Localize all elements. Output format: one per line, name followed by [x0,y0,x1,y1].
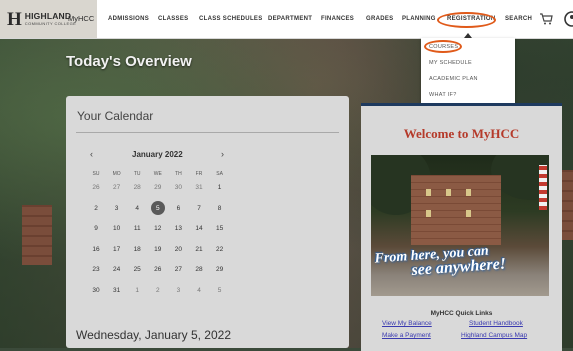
calendar-day[interactable]: 22 [212,246,228,253]
calendar-day[interactable]: 9 [88,225,104,232]
link-student-handbook[interactable]: Student Handbook [469,320,523,327]
calendar-day[interactable]: 8 [212,205,228,212]
calendar-day[interactable]: 31 [191,184,207,191]
brick-pillar-left [22,205,52,265]
weekday-header: TH [175,171,182,177]
calendar-day[interactable]: 25 [129,266,145,273]
prev-month-arrow-icon[interactable]: ‹ [90,149,93,159]
nav-department[interactable]: DEPARTMENT [268,16,312,22]
calendar-day[interactable]: 10 [109,225,125,232]
tagline-line-2: see anywhere! [410,255,507,280]
link-view-my-balance[interactable]: View My Balance [382,320,432,327]
calendar-day[interactable]: 30 [88,287,104,294]
logo-app-name: MyHCC [68,14,95,23]
next-month-arrow-icon[interactable]: › [221,149,224,159]
calendar-day[interactable]: 26 [88,184,104,191]
calendar-day[interactable]: 13 [170,225,186,232]
calendar-card: Your Calendar ‹ January 2022 › SU MO TU WE T… [66,96,349,348]
calendar-day[interactable]: 2 [150,287,166,294]
menu-item-academic-plan[interactable]: ACADEMIC PLAN [429,76,478,82]
calendar-day[interactable]: 4 [191,287,207,294]
calendar-day[interactable]: 11 [129,225,145,232]
campus-photo: From here, you can see anywhere! [371,155,549,296]
quick-links-title: MyHCC Quick Links [430,310,493,317]
calendar-day[interactable]: 23 [88,266,104,273]
photo-tagline: From here, you can see anywhere! [374,243,506,280]
calendar-day[interactable]: 19 [150,246,166,253]
nav-class-schedules[interactable]: CLASS SCHEDULES [199,16,263,22]
calendar-day[interactable]: 7 [191,205,207,212]
registration-highlight-circle [437,12,496,28]
nav-search[interactable]: SEARCH [505,16,532,22]
calendar-day[interactable]: 6 [170,205,186,212]
weekday-header: WE [153,171,162,177]
weekday-header: SA [216,171,223,177]
college-logo[interactable]: H HIGHLAND COMMUNITY COLLEGE MyHCC [0,0,97,38]
nav-finances[interactable]: FINANCES [321,16,354,22]
account-icon[interactable] [564,11,573,27]
calendar-day[interactable]: 15 [212,225,228,232]
weekday-header: TU [133,171,141,177]
calendar-day[interactable]: 16 [88,246,104,253]
menu-item-what-if[interactable]: WHAT IF? [429,92,457,98]
menu-item-my-schedule[interactable]: MY SCHEDULE [429,60,472,66]
page-title: Today's Overview [66,53,192,70]
link-make-a-payment[interactable]: Make a Payment [382,332,431,339]
calendar-day[interactable]: 31 [109,287,125,294]
calendar-day[interactable]: 2 [88,205,104,212]
calendar-divider [76,132,339,133]
weekday-header: FR [195,171,203,177]
cart-icon[interactable] [539,13,553,25]
calendar-day[interactable]: 29 [150,184,166,191]
top-navigation-bar: H HIGHLAND COMMUNITY COLLEGE MyHCC ADMIS… [0,0,573,39]
calendar-day[interactable]: 3 [109,205,125,212]
nav-grades[interactable]: GRADES [366,16,393,22]
calendar-day[interactable]: 29 [212,266,228,273]
weekday-header: SU [92,171,100,177]
weekday-header: MO [112,171,121,177]
calendar-month-label: January 2022 [132,150,183,159]
calendar-day[interactable]: 27 [170,266,186,273]
link-highland-campus-map[interactable]: Highland Campus Map [461,332,527,339]
calendar-day[interactable]: 27 [109,184,125,191]
nav-admissions[interactable]: ADMISSIONS [108,16,149,22]
welcome-card: Welcome to MyHCC From here, you can see … [361,103,562,351]
logo-mark: H [7,8,22,30]
calendar-day[interactable]: 28 [129,184,145,191]
calendar-day[interactable]: 28 [191,266,207,273]
calendar-day[interactable]: 1 [129,287,145,294]
nav-classes[interactable]: CLASSES [158,16,188,22]
calendar-day[interactable]: 3 [170,287,186,294]
calendar-day[interactable]: 30 [170,184,186,191]
calendar-day[interactable]: 17 [109,246,125,253]
calendar-day[interactable]: 26 [150,266,166,273]
courses-highlight-circle [424,40,462,53]
selected-date-heading: Wednesday, January 5, 2022 [76,328,231,342]
calendar-title: Your Calendar [77,109,154,123]
calendar-day[interactable]: 12 [150,225,166,232]
calendar-day[interactable]: 14 [191,225,207,232]
calendar-day[interactable]: 20 [170,246,186,253]
nav-planning[interactable]: PLANNING [402,16,436,22]
calendar-day[interactable]: 21 [191,246,207,253]
welcome-title: Welcome to MyHCC [403,126,520,141]
calendar-day[interactable]: 5 [212,287,228,294]
calendar-day[interactable]: 18 [129,246,145,253]
calendar-day-selected[interactable]: 5 [150,205,166,212]
calendar-day[interactable]: 1 [212,184,228,191]
calendar-day[interactable]: 4 [129,205,145,212]
calendar-day[interactable]: 24 [109,266,125,273]
